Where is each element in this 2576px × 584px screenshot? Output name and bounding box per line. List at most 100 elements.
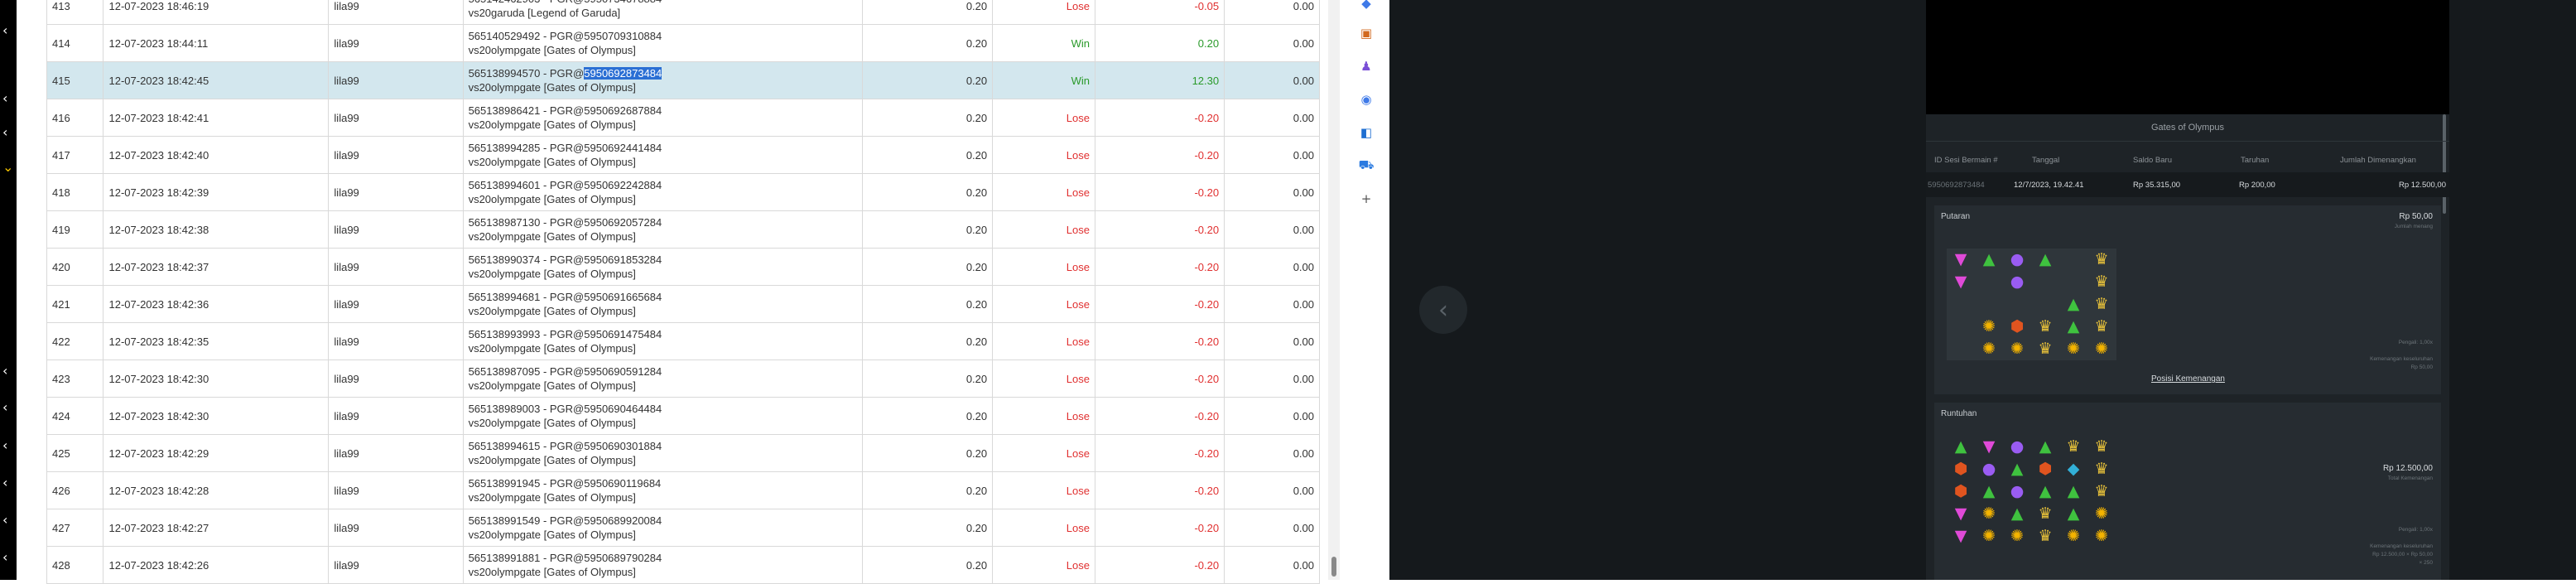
outlook-icon[interactable]: ◧: [1358, 124, 1375, 141]
row-number: 419: [46, 210, 104, 249]
table-row[interactable]: 427 12-07-2023 18:42:27 lila99 565138991549…: [46, 509, 1320, 547]
diamond-icon[interactable]: ◆: [1358, 0, 1375, 12]
chevron-left-icon[interactable]: ‹: [2, 126, 7, 139]
game-name: vs20olympgate [Gates of Olympus]: [468, 454, 636, 466]
row-bet: 0.20: [862, 434, 994, 472]
table-row[interactable]: 421 12-07-2023 18:42:36 lila99 565138994681…: [46, 285, 1320, 323]
crown-icon: ♛: [2094, 460, 2109, 478]
table-scrollbar[interactable]: [1328, 0, 1340, 580]
row-username: lila99: [328, 322, 464, 360]
chevron-left-icon[interactable]: ‹: [2, 24, 7, 37]
row-date: 12-07-2023 18:42:39: [103, 173, 330, 211]
game-name: vs20olympgate [Gates of Olympus]: [468, 156, 636, 168]
chevron-left-icon[interactable]: ‹: [2, 92, 7, 105]
row-amount: -0.20: [1094, 471, 1225, 509]
chevron-left-icon[interactable]: ‹: [2, 476, 7, 490]
tumble-amount-label: Total Kemenangan: [2387, 475, 2433, 481]
spin-total-value: Rp 50,00: [2410, 364, 2433, 370]
spin-amount: Rp 50,00: [2399, 212, 2433, 221]
table-row[interactable]: 414 12-07-2023 18:44:11 lila99 565140529492…: [46, 24, 1320, 62]
ref-id: 565138994681 - PGR@5950691665684: [468, 291, 662, 303]
balance-value: Rp 35.315,00: [2133, 181, 2181, 190]
tumble-extra: × 250: [2419, 560, 2433, 566]
modal-title: Gates of Olympus: [2150, 123, 2225, 133]
green-triangle-gem-icon: ▲: [2039, 250, 2052, 268]
table-row[interactable]: 418 12-07-2023 18:42:39 lila99 565138994601…: [46, 173, 1320, 211]
empty-cell: [2003, 293, 2031, 316]
chevron-down-icon[interactable]: ⌄: [2, 161, 13, 174]
table-row[interactable]: 416 12-07-2023 18:42:41 lila99 565138986421…: [46, 99, 1320, 137]
row-result: Lose: [992, 471, 1095, 509]
ref-id: 565138994601 - PGR@5950692242884: [468, 179, 662, 191]
row-reference: 565138990374 - PGR@5950691853284 vs20olym…: [462, 248, 864, 286]
row-result: Lose: [992, 322, 1095, 360]
people-icon[interactable]: ♟: [1358, 58, 1375, 75]
row-number: 427: [46, 509, 104, 547]
header-win-amount: Jumlah Dimenangkan: [2340, 156, 2416, 165]
spin-reel-grid: ▼ ▲ ● ▲ ♛ ▼ ● ♛ ▲ ♛ ✺ ⬢ ♛ ▲ ♛ ✺ ✺ ♛ ✺ ✺: [1947, 249, 2116, 360]
row-username: lila99: [328, 360, 464, 398]
bet-value: Rp 200,00: [2239, 181, 2275, 190]
row-balance: 0.00: [1224, 434, 1320, 472]
table-row[interactable]: 420 12-07-2023 18:42:37 lila99 565138990374…: [46, 248, 1320, 286]
row-result: Lose: [992, 360, 1095, 398]
row-result: Lose: [992, 99, 1095, 137]
row-result: Lose: [992, 509, 1095, 547]
row-amount: -0.20: [1094, 285, 1225, 323]
table-row[interactable]: 415 12-07-2023 18:42:45 lila99 565138994570…: [46, 61, 1320, 99]
empty-cell: [2059, 249, 2087, 271]
row-bet: 0.20: [862, 173, 994, 211]
round-info-row: 5950692873484 12/7/2023, 19.42.41 Rp 35.…: [1926, 172, 2449, 197]
chevron-left-icon[interactable]: ‹: [2, 514, 7, 527]
table-row[interactable]: 422 12-07-2023 18:42:35 lila99 565138993993…: [46, 322, 1320, 360]
chevron-left-icon[interactable]: ‹: [2, 364, 7, 378]
row-username: lila99: [328, 173, 464, 211]
ref-id: 565138991881 - PGR@5950689790284: [468, 552, 662, 564]
teal-gem-icon: ◆: [2067, 460, 2080, 478]
table-row[interactable]: 425 12-07-2023 18:42:29 lila99 565138994615…: [46, 434, 1320, 472]
row-balance: 0.00: [1224, 136, 1320, 174]
row-date: 12-07-2023 18:42:41: [103, 99, 330, 137]
empty-cell: [2059, 271, 2087, 293]
row-date: 12-07-2023 18:42:37: [103, 248, 330, 286]
winning-positions-link[interactable]: Posisi Kemenangan: [2151, 374, 2225, 384]
row-date: 12-07-2023 18:44:11: [103, 24, 330, 62]
row-number: 424: [46, 397, 104, 435]
row-date: 12-07-2023 18:42:36: [103, 285, 330, 323]
row-bet: 0.20: [862, 210, 994, 249]
game-name: vs20olympgate [Gates of Olympus]: [468, 305, 636, 317]
game-name: vs20olympgate [Gates of Olympus]: [468, 44, 636, 56]
ref-id: 565138987095 - PGR@5950690591284: [468, 365, 662, 378]
toolbox-icon[interactable]: ▣: [1358, 25, 1375, 41]
red-gem-icon: ⬢: [2010, 317, 2025, 335]
chevron-left-icon[interactable]: ‹: [2, 401, 7, 414]
table-row[interactable]: 426 12-07-2023 18:42:28 lila99 565138991945…: [46, 471, 1320, 509]
chevron-left-icon[interactable]: ‹: [2, 439, 7, 452]
date-value: 12/7/2023, 19.42.41: [2014, 181, 2084, 190]
row-number: 415: [46, 61, 104, 99]
scroll-thumb[interactable]: [1331, 557, 1336, 577]
back-arrow-icon[interactable]: ‹: [1419, 286, 1467, 334]
row-balance: 0.00: [1224, 99, 1320, 137]
header-session-id: ID Sesi Bermain #: [1934, 156, 1998, 165]
empty-cell: [1947, 293, 1975, 316]
cart-icon[interactable]: ⛟: [1358, 157, 1375, 174]
table-row[interactable]: 419 12-07-2023 18:42:38 lila99 565138987130…: [46, 210, 1320, 249]
table-row[interactable]: 424 12-07-2023 18:42:30 lila99 565138989003…: [46, 397, 1320, 435]
gold-ring-icon: ✺: [1982, 340, 1996, 358]
green-triangle-gem-icon: ▲: [2039, 437, 2052, 456]
row-number: 423: [46, 360, 104, 398]
gold-ring-icon: ✺: [2095, 504, 2108, 523]
table-row[interactable]: 41312-07-2023 18:46:19lila99565142462903…: [46, 0, 1320, 25]
table-row[interactable]: 428 12-07-2023 18:42:26 lila99 565138991881…: [46, 546, 1320, 584]
green-triangle-gem-icon: ▲: [1982, 482, 1996, 500]
ref-id: 565140529492 - PGR@5950709310884: [468, 30, 662, 42]
table-row[interactable]: 417 12-07-2023 18:42:40 lila99 565138994285…: [46, 136, 1320, 174]
row-username: lila99: [328, 397, 464, 435]
row-number: 421: [46, 285, 104, 323]
table-row[interactable]: 423 12-07-2023 18:42:30 lila99 565138987095…: [46, 360, 1320, 398]
chrome-icon[interactable]: ◉: [1358, 91, 1375, 108]
chevron-left-icon[interactable]: ‹: [2, 551, 7, 564]
row-reference: 565138987095 - PGR@5950690591284 vs20olym…: [462, 360, 864, 398]
plus-icon[interactable]: +: [1358, 191, 1375, 207]
